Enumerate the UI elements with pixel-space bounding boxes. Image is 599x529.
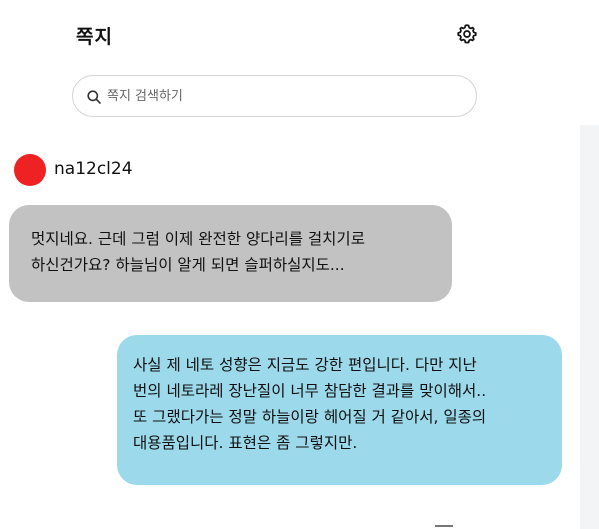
page-title: 쪽지 [76, 26, 113, 48]
received-message-bubble: 멋지네요. 근데 그럼 이제 완전한 양다리를 걸치기로 하신건가요? 하늘님이… [9, 205, 452, 302]
message-line: 또 그랬다가는 정말 하늘이랑 헤어질 거 같아서, 일종의 [133, 408, 487, 426]
sent-message-bubble: 사실 제 네토 성향은 지금도 강한 편입니다. 다만 지난 번의 네토라레 장… [117, 335, 562, 485]
username[interactable]: na12cl24 [54, 159, 133, 179]
message-line: 하신건가요? 하늘님이 알게 되면 슬퍼하실지도... [31, 256, 345, 274]
message-line: 멋지네요. 근데 그럼 이제 완전한 양다리를 걸치기로 [31, 230, 365, 248]
messages-page: 쪽지 na12cl24 멋지네요. 근데 그럼 이제 완전한 양다리를 걸치기로… [0, 0, 599, 529]
header: 쪽지 [0, 0, 580, 70]
search-icon [86, 89, 102, 105]
message-line: 번의 네토라레 장난질이 너무 참담한 결과를 맞이해서.. [133, 382, 487, 400]
divider [435, 525, 453, 527]
search-bar[interactable] [72, 75, 477, 117]
search-input[interactable] [107, 84, 457, 108]
avatar[interactable] [14, 154, 46, 186]
gear-icon[interactable] [455, 22, 479, 46]
message-line: 사실 제 네토 성향은 지금도 강한 편입니다. 다만 지난 [133, 356, 477, 374]
message-line: 대용품입니다. 표현은 좀 그렇지만. [133, 434, 358, 452]
scrollbar[interactable] [580, 125, 599, 529]
